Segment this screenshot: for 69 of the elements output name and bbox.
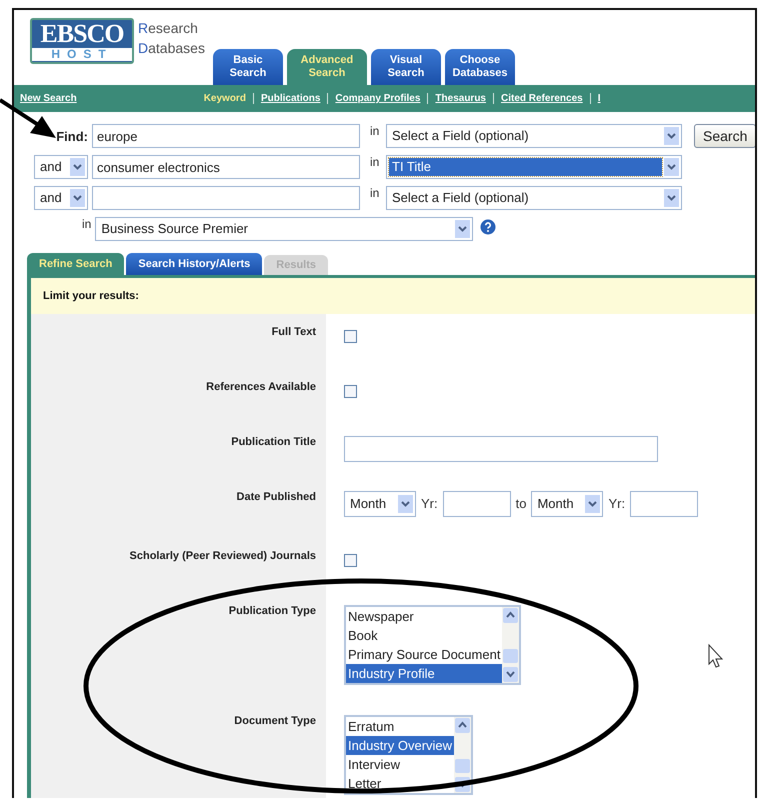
checkbox[interactable] bbox=[344, 385, 357, 398]
scrollbar[interactable] bbox=[502, 607, 520, 683]
search-button[interactable]: Search bbox=[694, 124, 755, 148]
in-label: in bbox=[81, 217, 92, 231]
nav-link[interactable]: New Search bbox=[20, 93, 77, 104]
caret-icon bbox=[667, 164, 676, 170]
field-label: Scholarly (Peer Reviewed) Journals bbox=[130, 550, 316, 562]
checkbox[interactable] bbox=[344, 330, 357, 343]
field-label: Publication Type bbox=[228, 605, 316, 617]
caret-icon bbox=[667, 133, 676, 139]
in-label: in bbox=[369, 124, 380, 138]
scrollbar[interactable] bbox=[454, 717, 472, 793]
to-label: to bbox=[516, 495, 526, 513]
month-select[interactable]: Month bbox=[344, 491, 416, 517]
search-field[interactable]: consumer electronics bbox=[92, 155, 360, 179]
field-label: References Available bbox=[206, 381, 316, 393]
caret-icon bbox=[667, 195, 676, 201]
field-label: Publication Title bbox=[231, 436, 316, 448]
nav-link[interactable]: Company Profiles bbox=[327, 93, 428, 104]
nav-link[interactable]: Cited References bbox=[493, 93, 590, 104]
tab[interactable]: Search History/Alerts bbox=[126, 253, 262, 275]
year-field[interactable] bbox=[630, 491, 698, 517]
list-option[interactable]: Interview bbox=[346, 755, 454, 774]
nav-link[interactable]: Thesaurus bbox=[427, 93, 493, 104]
list-option[interactable]: Industry Overview bbox=[346, 736, 454, 755]
tab[interactable]: Basic Search bbox=[212, 49, 283, 85]
caret-icon bbox=[458, 226, 468, 232]
field-select[interactable]: TI Title bbox=[386, 155, 682, 179]
month-select[interactable]: Month bbox=[531, 491, 604, 517]
tagline: Databases bbox=[138, 39, 205, 58]
in-label: in bbox=[369, 155, 380, 169]
caret-icon bbox=[588, 501, 598, 507]
logo[interactable]: EBSCO HOST bbox=[30, 18, 134, 64]
list-option[interactable]: Letter bbox=[346, 774, 454, 793]
tab[interactable]: Choose Databases bbox=[444, 49, 515, 85]
list-box[interactable]: Erratum Industry Overview Interview Letter bbox=[344, 715, 474, 795]
nav-link[interactable]: Publications bbox=[252, 93, 328, 104]
search-field[interactable]: europe bbox=[92, 124, 360, 148]
list-option[interactable]: Book bbox=[346, 626, 502, 645]
list-option[interactable]: Erratum bbox=[346, 717, 454, 736]
checkbox[interactable] bbox=[344, 554, 357, 567]
field-label: Document Type bbox=[234, 715, 316, 727]
list-box[interactable]: Newspaper Book Primary Source Document Industry Profile bbox=[344, 605, 522, 685]
search-field[interactable] bbox=[92, 186, 360, 210]
caret-icon bbox=[73, 195, 82, 201]
field-select[interactable]: Select a Field (optional) bbox=[386, 186, 682, 210]
caret-icon bbox=[73, 164, 82, 170]
field-select[interactable]: Select a Field (optional) bbox=[386, 124, 682, 148]
text-field[interactable] bbox=[344, 436, 658, 462]
in-label: in bbox=[369, 186, 380, 200]
operator-select[interactable]: and bbox=[34, 186, 88, 210]
list-option[interactable]: Newspaper bbox=[346, 607, 502, 626]
list-option[interactable]: Industry Profile bbox=[346, 664, 502, 683]
help-icon[interactable] bbox=[480, 218, 496, 234]
year-label: Yr: bbox=[421, 495, 438, 513]
cursor-icon bbox=[708, 644, 724, 668]
nav-link[interactable]: I bbox=[590, 93, 608, 104]
tab[interactable]: Visual Search bbox=[370, 49, 441, 85]
field-label: Full Text bbox=[272, 326, 316, 338]
section-heading: Limit your results: bbox=[31, 278, 755, 314]
database-select[interactable]: Business Source Premier bbox=[95, 217, 474, 241]
list-option[interactable]: Primary Source Document bbox=[346, 645, 502, 664]
tagline: Research bbox=[138, 19, 199, 38]
field-label: Date Published bbox=[236, 491, 316, 503]
year-field[interactable] bbox=[442, 491, 511, 517]
find-label: Find: bbox=[56, 128, 89, 144]
operator-select[interactable]: and bbox=[34, 155, 88, 179]
year-label: Yr: bbox=[608, 495, 626, 513]
caret-icon bbox=[401, 501, 410, 507]
